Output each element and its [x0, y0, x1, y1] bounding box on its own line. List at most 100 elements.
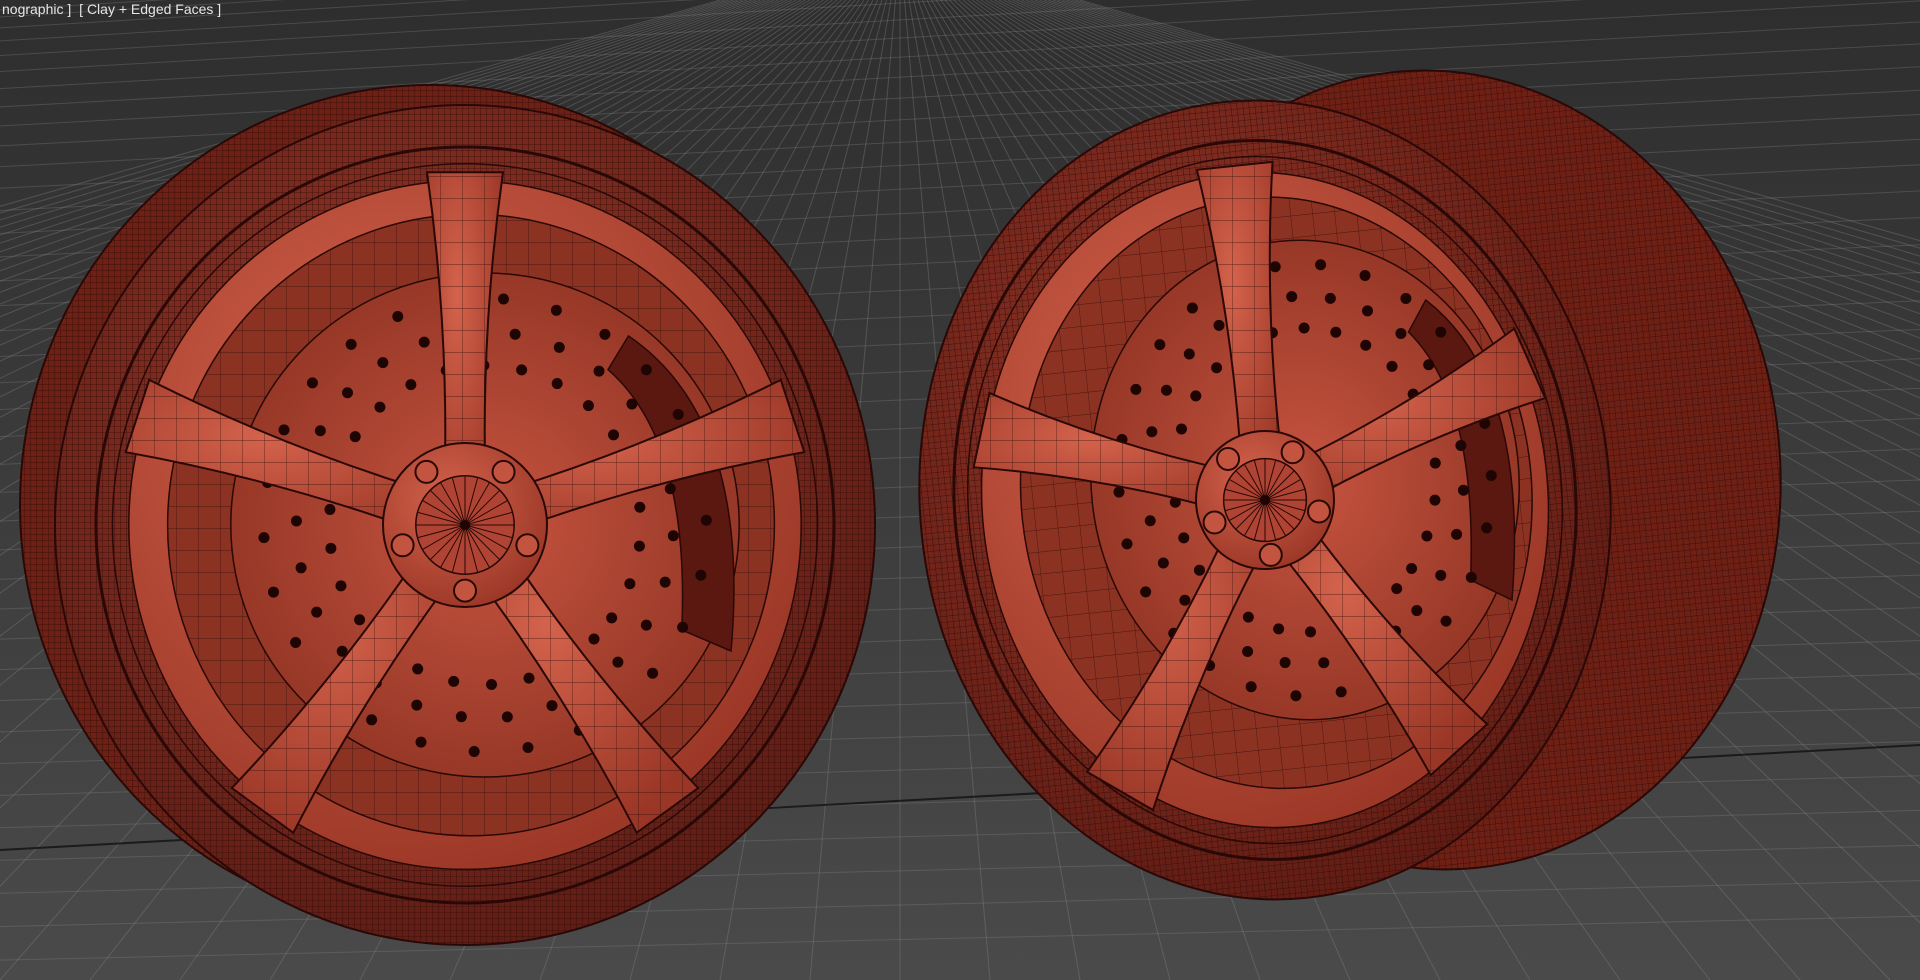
disc-drill-hole [1435, 569, 1447, 581]
disc-drill-hole [1485, 469, 1497, 481]
disc-drill-hole [1386, 360, 1398, 372]
lug-nut [390, 533, 415, 558]
disc-drill-hole [606, 612, 618, 624]
disc-drill-hole [1211, 362, 1223, 374]
disc-drill-hole [1269, 261, 1281, 273]
disc-drill-hole [268, 586, 280, 598]
disc-drill-hole [551, 378, 563, 390]
disc-drill-hole [1465, 571, 1477, 583]
disc-drill-hole [1400, 292, 1412, 304]
disc-drill-hole [659, 576, 671, 588]
disc-drill-hole [1178, 532, 1190, 544]
viewport-canvas[interactable] [0, 0, 1920, 980]
disc-drill-hole [1429, 494, 1441, 506]
disc-drill-hole [1154, 339, 1166, 351]
disc-drill-hole [498, 293, 510, 305]
disc-drill-hole [516, 364, 528, 376]
disc-drill-hole [1242, 611, 1254, 623]
disc-drill-hole [1160, 384, 1172, 396]
disc-drill-hole [411, 699, 423, 711]
disc-drill-hole [1457, 484, 1469, 496]
disc-drill-hole [522, 741, 534, 753]
disc-drill-hole [1315, 259, 1327, 271]
disc-drill-hole [311, 606, 323, 618]
disc-drill-hole [626, 398, 638, 410]
disc-drill-hole [1186, 302, 1198, 314]
disc-drill-hole [1175, 423, 1187, 435]
disc-drill-hole [640, 619, 652, 631]
lug-nut [1280, 440, 1305, 465]
disc-drill-hole [1318, 657, 1330, 669]
disc-drill-hole [1429, 457, 1441, 469]
disc-drill-hole [647, 667, 659, 679]
disc-drill-hole [1290, 690, 1302, 702]
disc-drill-hole [1360, 339, 1372, 351]
disc-drill-hole [335, 580, 347, 592]
lug-nut [1202, 510, 1227, 535]
lug-nut [491, 459, 516, 484]
hub-center [460, 520, 470, 530]
hub-center [1260, 495, 1270, 505]
viewport-label: nographic ] [ Clay + Edged Faces ] [0, 0, 223, 18]
disc-drill-hole [695, 569, 707, 581]
disc-drill-hole [1359, 270, 1371, 282]
disc-drill-hole [1213, 319, 1225, 331]
disc-drill-hole [612, 656, 624, 668]
disc-drill-hole [1421, 530, 1433, 542]
disc-drill-hole [486, 678, 498, 690]
disc-drill-hole [550, 304, 562, 316]
disc-drill-hole [1335, 686, 1347, 698]
disc-drill-hole [664, 483, 676, 495]
disc-drill-hole [1451, 528, 1463, 540]
disc-drill-hole [377, 357, 389, 369]
disc-drill-hole [374, 401, 386, 413]
disc-drill-hole [1440, 615, 1452, 627]
disc-drill-hole [582, 400, 594, 412]
disc-drill-hole [1130, 383, 1142, 395]
disc-drill-hole [455, 711, 467, 723]
disc-drill-hole [325, 542, 337, 554]
disc-drill-hole [546, 700, 558, 712]
disc-drill-hole [1113, 486, 1125, 498]
disc-drill-hole [1391, 583, 1403, 595]
disc-drill-hole [342, 387, 354, 399]
disc-drill-hole [1362, 305, 1374, 317]
disc-drill-hole [1423, 359, 1435, 371]
disc-drill-hole [349, 431, 361, 443]
disc-drill-hole [1273, 623, 1285, 635]
disc-drill-hole [1190, 390, 1202, 402]
disc-drill-hole [405, 379, 417, 391]
disc-drill-hole [1286, 291, 1298, 303]
viewport-shading-menu[interactable]: [ Clay + Edged Faces ] [77, 1, 223, 17]
disc-drill-hole [1304, 626, 1316, 638]
disc-drill-hole [1245, 681, 1257, 693]
disc-drill-hole [1411, 605, 1423, 617]
disc-drill-hole [1455, 440, 1467, 452]
disc-drill-hole [700, 514, 712, 526]
lug-nut [1216, 446, 1241, 471]
disc-drill-hole [667, 530, 679, 542]
lug-nut [414, 459, 439, 484]
disc-drill-hole [448, 675, 460, 687]
disc-drill-hole [640, 364, 652, 376]
disc-drill-hole [345, 338, 357, 350]
disc-drill-hole [1435, 326, 1447, 338]
disc-drill-hole [295, 562, 307, 574]
disc-drill-hole [509, 328, 521, 340]
disc-drill-hole [290, 515, 302, 527]
viewport-view-menu[interactable]: nographic ] [0, 1, 73, 17]
disc-drill-hole [1298, 322, 1310, 334]
disc-drill-hole [1146, 426, 1158, 438]
disc-drill-hole [278, 424, 290, 436]
lug-nut [1306, 499, 1331, 524]
lug-nut [453, 578, 477, 603]
perspective-viewport[interactable]: nographic ] [ Clay + Edged Faces ] [0, 0, 1920, 980]
disc-drill-hole [415, 736, 427, 748]
disc-drill-hole [624, 578, 636, 590]
disc-drill-hole [588, 633, 600, 645]
disc-drill-hole [1193, 564, 1205, 576]
disc-drill-hole [608, 429, 620, 441]
disc-drill-hole [523, 672, 535, 684]
disc-drill-hole [366, 714, 378, 726]
disc-drill-hole [501, 711, 513, 723]
